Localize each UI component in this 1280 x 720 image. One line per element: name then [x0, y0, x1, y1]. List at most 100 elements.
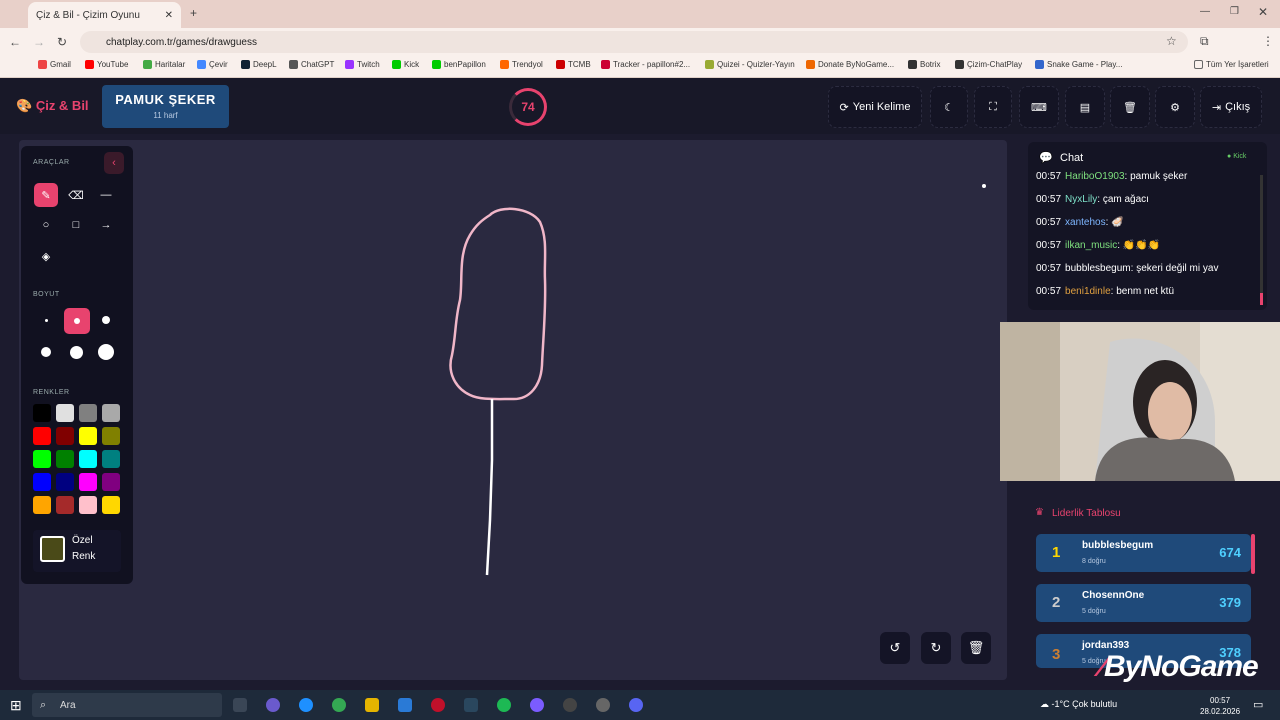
- paint-bucket-icon: ◈: [41, 250, 51, 263]
- message-user: bubblesbegum: [1065, 263, 1131, 274]
- color-swatch[interactable]: [33, 450, 51, 468]
- steam-icon[interactable]: [464, 698, 478, 712]
- color-swatch[interactable]: [33, 404, 51, 422]
- line-icon: —: [100, 189, 112, 201]
- color-swatch[interactable]: [79, 473, 97, 491]
- arrow-right-icon: →: [100, 219, 112, 231]
- trash-icon: 🗑: [967, 640, 985, 655]
- leaderboard-scrollbar[interactable]: [1251, 534, 1255, 574]
- circle-tool[interactable]: ○: [34, 213, 58, 237]
- color-swatch[interactable]: [33, 473, 51, 491]
- colors-title: RENKLER: [33, 389, 70, 396]
- message-text: : 👏👏👏: [1117, 240, 1161, 251]
- crown-icon: ♛: [1035, 507, 1044, 518]
- file-explorer-icon[interactable]: [365, 698, 379, 712]
- color-swatch[interactable]: [79, 427, 97, 445]
- task-view-icon[interactable]: [233, 698, 247, 712]
- color-swatch[interactable]: [79, 450, 97, 468]
- color-swatch[interactable]: [102, 496, 120, 514]
- message-time: 00:57: [1036, 240, 1062, 251]
- color-swatch[interactable]: [33, 427, 51, 445]
- rectangle-tool[interactable]: □: [64, 213, 88, 237]
- pen-tool[interactable]: ✎: [34, 183, 58, 207]
- cotton-candy-stroke: [449, 207, 547, 401]
- color-swatch[interactable]: [33, 496, 51, 514]
- taskbar-search[interactable]: Ara: [32, 693, 222, 717]
- cursor-dot: [982, 184, 986, 188]
- size-option[interactable]: [64, 340, 88, 364]
- size-option[interactable]: [94, 308, 118, 332]
- arrow-tool[interactable]: →: [94, 213, 118, 237]
- pen-icon: ✎: [41, 189, 51, 202]
- message-user: NyxLily: [1065, 194, 1098, 205]
- clock[interactable]: 00:57 28.02.2026: [1200, 695, 1240, 717]
- line-tool[interactable]: —: [94, 183, 118, 207]
- message-user: xantehos: [1065, 217, 1106, 228]
- custom-color-swatch[interactable]: [40, 536, 65, 562]
- color-swatch[interactable]: [56, 496, 74, 514]
- chat-scrollbar[interactable]: [1260, 175, 1263, 305]
- color-swatch[interactable]: [102, 427, 120, 445]
- collapse-panel-button[interactable]: ‹: [104, 152, 124, 174]
- chat-message: 00:57 xantehos: 🦪: [1036, 217, 1124, 228]
- size-title: BOYUT: [33, 291, 60, 298]
- undo-icon: ↺: [889, 640, 901, 655]
- app-icon[interactable]: [563, 698, 577, 712]
- color-swatch[interactable]: [56, 427, 74, 445]
- message-text: : şekeri değil mi yav: [1130, 263, 1219, 274]
- color-swatch[interactable]: [102, 473, 120, 491]
- weather-widget[interactable]: ☁ -1°C Çok bulutlu: [1040, 699, 1117, 710]
- leaderboard-title: Liderlik Tablosu: [1052, 508, 1121, 519]
- chat-icon: 💬: [1039, 152, 1053, 164]
- chat-message: 00:57 ilkan_music: 👏👏👏: [1036, 240, 1160, 251]
- message-time: 00:57: [1036, 217, 1062, 228]
- windows-start-icon[interactable]: ⊞: [10, 697, 22, 714]
- app-icon[interactable]: [530, 698, 544, 712]
- tools-title: ARAÇLAR: [33, 159, 70, 166]
- color-swatch[interactable]: [79, 404, 97, 422]
- color-swatch[interactable]: [102, 450, 120, 468]
- message-time: 00:57: [1036, 194, 1062, 205]
- eraser-tool[interactable]: ⌫: [64, 183, 88, 207]
- size-option[interactable]: [34, 308, 58, 332]
- edge-icon[interactable]: [299, 698, 313, 712]
- custom-color-label: Özel Renk: [72, 535, 96, 562]
- size-option[interactable]: [34, 340, 58, 364]
- webcam-image: [1000, 322, 1280, 481]
- color-swatch[interactable]: [56, 473, 74, 491]
- leaderboard-row: 2 ChosennOne 5 doğru 379: [1036, 584, 1251, 622]
- redo-icon: ↻: [930, 640, 942, 655]
- size-option-selected[interactable]: [64, 308, 90, 334]
- chat-source-badge: ● Kick: [1227, 153, 1247, 160]
- color-swatch[interactable]: [79, 496, 97, 514]
- square-icon: □: [72, 219, 80, 231]
- webcam-overlay: [1000, 322, 1280, 481]
- chat-message: 00:57 bubblesbegum: şekeri değil mi yav: [1036, 263, 1218, 274]
- app-icon[interactable]: [596, 698, 610, 712]
- color-swatch[interactable]: [102, 404, 120, 422]
- chrome-icon[interactable]: [332, 698, 346, 712]
- opera-icon[interactable]: [431, 698, 445, 712]
- discord-icon[interactable]: [629, 698, 643, 712]
- clear-canvas-button[interactable]: 🗑: [961, 632, 991, 664]
- redo-button[interactable]: ↻: [921, 632, 951, 664]
- notifications-icon[interactable]: ▭: [1253, 698, 1263, 711]
- chat-title: Chat: [1060, 152, 1084, 164]
- circle-icon: ○: [42, 219, 50, 231]
- tool-panel: [21, 146, 133, 584]
- copilot-icon[interactable]: [266, 698, 280, 712]
- message-user: ilkan_music: [1065, 240, 1118, 251]
- message-user: HariboO1903: [1065, 171, 1125, 182]
- fill-tool[interactable]: ◈: [34, 244, 58, 268]
- leaderboard-row: 1 bubblesbegum 8 doğru 674: [1036, 534, 1251, 572]
- brand-watermark: ⁄ByNoGame: [1100, 650, 1259, 683]
- size-option[interactable]: [94, 340, 118, 364]
- stick-stroke: [485, 399, 494, 576]
- store-icon[interactable]: [398, 698, 412, 712]
- message-time: 00:57: [1036, 286, 1062, 297]
- color-swatch[interactable]: [56, 450, 74, 468]
- spotify-icon[interactable]: [497, 698, 511, 712]
- search-icon: ⌕: [40, 699, 47, 711]
- color-swatch[interactable]: [56, 404, 74, 422]
- undo-button[interactable]: ↺: [880, 632, 910, 664]
